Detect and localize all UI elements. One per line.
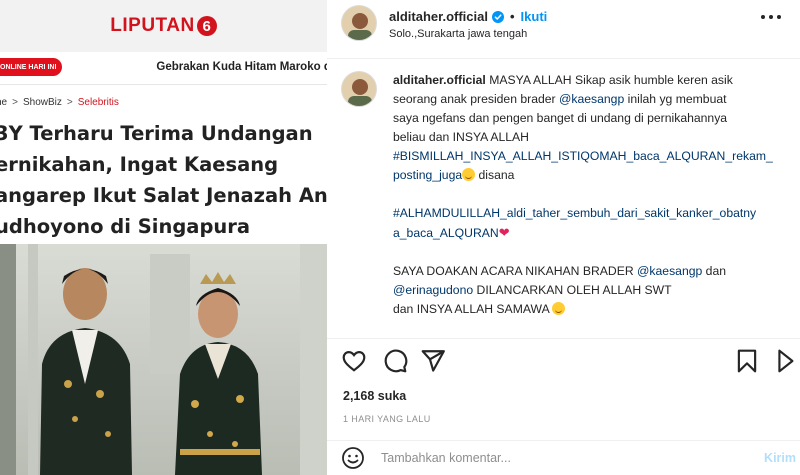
ticker-headline: Gebrakan Kuda Hitam Maroko d xyxy=(156,61,327,73)
more-options-icon[interactable] xyxy=(760,14,782,20)
caption-line: dan INSYA ALLAH SAMAWA xyxy=(393,300,785,319)
profile-avatar[interactable] xyxy=(341,5,377,41)
caption-text: beliau dan INSYA ALLAH xyxy=(393,130,529,144)
couple-photo-illustration xyxy=(0,244,327,475)
caption-line: beliau dan INSYA ALLAH xyxy=(393,128,785,147)
caption-line xyxy=(393,185,785,204)
likes-number: 2,168 xyxy=(343,389,375,403)
post-caption: alditaher.official MASYA ALLAH Sikap asi… xyxy=(393,71,785,331)
avatar-image xyxy=(342,6,376,40)
post-header: alditaher.official • Ikuti Solo.,Surakar… xyxy=(327,0,800,48)
hashtag-link[interactable]: #ALHAMDULILLAH_aldi_taher_sembuh_dari_sa… xyxy=(393,206,756,220)
comment-bubble-icon[interactable] xyxy=(382,348,408,374)
caption-line xyxy=(393,319,785,331)
caption-line: @erinagudono DILANCARKAN OLEH ALLAH SWT xyxy=(393,281,785,300)
smiling-face-hearts-icon xyxy=(552,302,566,315)
divider xyxy=(327,338,800,339)
article-title: 3Y Terharu Terima Undangan ernikahan, In… xyxy=(0,118,327,242)
post-panel: alditaher.official • Ikuti Solo.,Surakar… xyxy=(327,0,800,475)
caption-username[interactable]: alditaher.official xyxy=(393,73,486,87)
post-comment-button[interactable]: Kirim xyxy=(764,451,796,465)
comment-bar: Kirim xyxy=(327,441,800,475)
news-ticker: ONLINE HARI INI Gebrakan Kuda Hitam Maro… xyxy=(0,56,327,78)
separator-dot: • xyxy=(509,9,515,24)
caption-text: inilah yg membuat xyxy=(624,92,727,106)
heart-icon[interactable] xyxy=(341,348,367,374)
caption-text: saya ngefans dan pengen banget di undang… xyxy=(393,111,728,125)
caption-text: seorang anak presiden brader xyxy=(393,92,559,106)
caption-text: disana xyxy=(475,168,515,182)
post-media[interactable]: LIPUTAN 6 ONLINE HARI INI Gebrakan Kuda … xyxy=(0,0,327,475)
article-title-line: udhoyono di Singapura xyxy=(0,215,251,238)
breadcrumb-showbiz: ShowBiz xyxy=(22,97,62,108)
caption-line: #ALHAMDULILLAH_aldi_taher_sembuh_dari_sa… xyxy=(393,204,785,223)
likes-label: suka xyxy=(377,389,407,403)
news-site-header: LIPUTAN 6 xyxy=(0,0,327,52)
breadcrumb: ne > ShowBiz > Selebritis xyxy=(0,97,119,108)
caption-line xyxy=(393,243,785,262)
caption-text: dan INSYA ALLAH SAMAWA xyxy=(393,302,553,316)
action-bar xyxy=(327,348,800,376)
breadcrumb-separator: > xyxy=(12,97,18,108)
liputan6-logo: LIPUTAN 6 xyxy=(110,15,217,37)
caption-line: saya ngefans dan pengen banget di undang… xyxy=(393,109,785,128)
hashtag-link[interactable]: a_baca_ALQURAN xyxy=(393,226,499,240)
avatar-image xyxy=(342,72,376,106)
breadcrumb-separator: > xyxy=(66,97,73,108)
mention-link[interactable]: @kaesangp xyxy=(559,92,624,106)
smiling-face-hearts-icon xyxy=(462,168,476,181)
verified-badge-icon xyxy=(491,10,504,23)
comment-input[interactable] xyxy=(381,451,721,465)
couple-photo xyxy=(0,244,327,475)
username-link[interactable]: alditaher.official xyxy=(389,9,488,24)
bookmark-icon[interactable] xyxy=(734,348,760,374)
caption-text: DILANCARKAN OLEH ALLAH SWT xyxy=(473,283,672,297)
hashtag-link[interactable]: #BISMILLAH_INSYA_ALLAH_ISTIQOMAH_baca_AL… xyxy=(393,149,773,163)
article-title-line: ernikahan, Ingat Kaesang xyxy=(0,153,279,176)
mention-link[interactable]: @kaesangp xyxy=(637,264,702,278)
caption-line: SAYA DOAKAN ACARA NIKAHAN BRADER @kaesan… xyxy=(393,262,785,281)
mention-link[interactable]: @erinagudono xyxy=(393,283,473,297)
post-timestamp[interactable]: 1 HARI YANG LALU xyxy=(343,414,431,424)
caption-line: posting_juga disana xyxy=(393,166,785,185)
caption-line: alditaher.official MASYA ALLAH Sikap asi… xyxy=(393,71,785,90)
divider xyxy=(0,84,327,85)
article-title-line: angarep Ikut Salat Jenazah Ani xyxy=(0,184,327,207)
caption-line: a_baca_ALQURAN❤ xyxy=(393,223,785,243)
divider xyxy=(327,58,800,59)
live-badge: ONLINE HARI INI xyxy=(0,58,63,76)
follow-button[interactable]: Ikuti xyxy=(521,9,548,24)
caption-avatar[interactable] xyxy=(341,71,377,107)
scroll-right-icon[interactable] xyxy=(774,348,800,374)
location-link[interactable]: Solo.,Surakarta jawa tengah xyxy=(389,28,527,40)
send-share-icon[interactable] xyxy=(420,348,446,374)
caption-text: SAYA DOAKAN ACARA NIKAHAN BRADER xyxy=(393,264,638,278)
breadcrumb-selebritis: Selebritis xyxy=(77,97,119,108)
caption-text: MASYA ALLAH Sikap asik humble keren asik xyxy=(489,73,733,87)
likes-count[interactable]: 2,168 suka xyxy=(343,389,406,403)
hashtag-link[interactable]: posting_juga xyxy=(393,168,462,182)
red-heart-icon: ❤ xyxy=(498,225,510,240)
caption-text: dan xyxy=(702,264,727,278)
post-author: alditaher.official • Ikuti xyxy=(389,9,547,24)
caption-line: seorang anak presiden brader @kaesangp i… xyxy=(393,90,785,109)
caption-line: #BISMILLAH_INSYA_ALLAH_ISTIQOMAH_baca_AL… xyxy=(393,147,785,166)
article-title-line: 3Y Terharu Terima Undangan xyxy=(0,122,313,145)
breadcrumb-home: ne xyxy=(0,97,8,108)
emoji-smile-icon[interactable] xyxy=(341,446,365,470)
